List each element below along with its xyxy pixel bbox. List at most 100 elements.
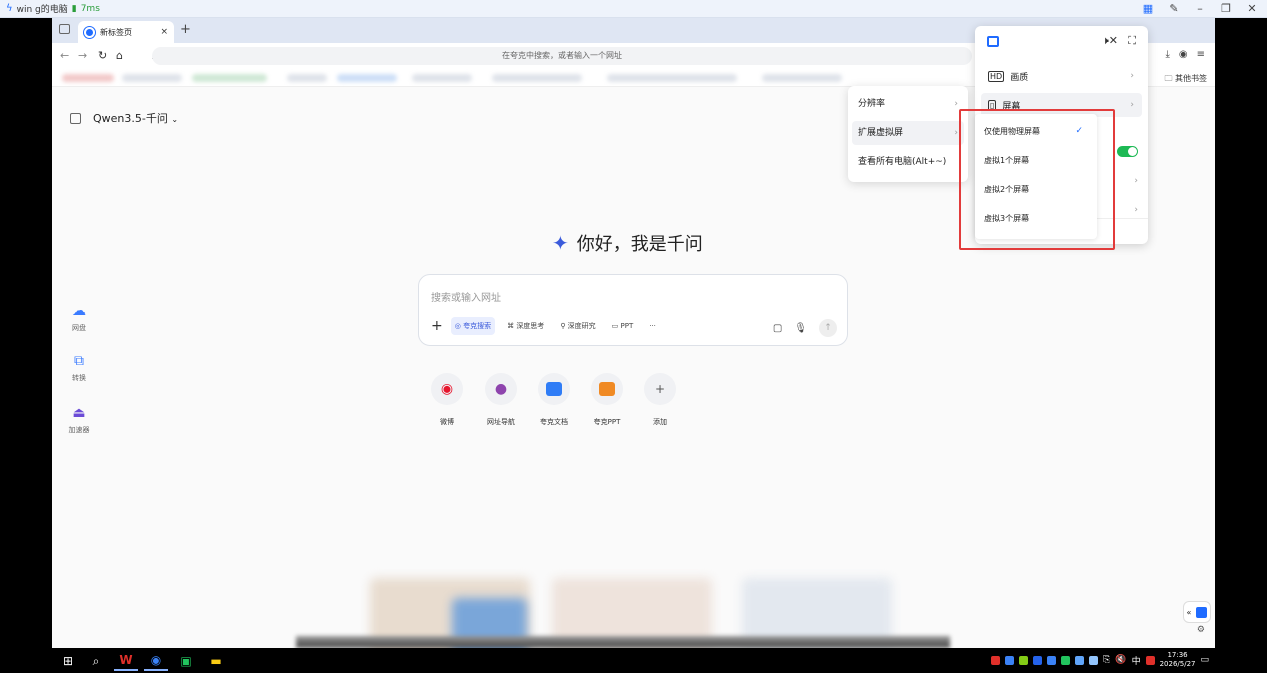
wechat-icon[interactable]: ▣ xyxy=(174,651,198,671)
quark-assistant-icon[interactable] xyxy=(1196,606,1208,618)
bookmark-item[interactable] xyxy=(762,74,842,82)
signal-icon: ▮ xyxy=(71,3,77,14)
menu-icon[interactable]: ≡ xyxy=(1197,49,1205,60)
minimize-icon[interactable]: – xyxy=(1193,2,1207,15)
clock[interactable]: 17:36 2026/5/27 xyxy=(1160,651,1196,669)
back-icon[interactable]: ← xyxy=(60,49,69,62)
ime-icon[interactable] xyxy=(1145,655,1155,665)
sidebar-toggle-icon[interactable] xyxy=(59,24,70,34)
bookmark-item[interactable] xyxy=(122,74,182,82)
shortcut-label: 添加 xyxy=(653,418,667,426)
model-selector-row: Qwen3.5-千问 ⌄ xyxy=(70,110,178,126)
convert-icon: ⧉ xyxy=(74,353,84,369)
tab-label: 新标签页 xyxy=(100,27,132,37)
bookmark-item[interactable] xyxy=(62,74,114,82)
shortcut-weibo[interactable]: ◉ 微博 xyxy=(422,373,472,427)
tool-more[interactable]: ··· xyxy=(645,318,660,334)
sidebar-panel-icon[interactable] xyxy=(70,112,81,124)
shortcut-quark-doc[interactable]: 夸克文档 xyxy=(529,373,579,427)
tray-app-icon[interactable] xyxy=(1061,655,1071,665)
shield-icon[interactable] xyxy=(1033,655,1043,665)
close-icon[interactable]: ✕ xyxy=(1245,2,1259,15)
menu-item-extend-virtual-screen[interactable]: 扩展虚拟屏 › xyxy=(852,121,964,145)
shortcut-label: 夸克文档 xyxy=(540,418,568,426)
fullscreen-icon[interactable]: ⛶ xyxy=(1128,34,1136,48)
bookmark-item[interactable] xyxy=(412,74,472,82)
bookmark-item[interactable] xyxy=(287,74,327,82)
tray-app-icon[interactable] xyxy=(1005,655,1015,665)
edit-icon[interactable]: ✎ xyxy=(1167,2,1181,15)
restore-icon[interactable]: ❐ xyxy=(1219,2,1233,15)
bookmark-item[interactable] xyxy=(607,74,737,82)
notification-icon[interactable]: ▭ xyxy=(1200,655,1209,665)
volume-mute-icon[interactable]: 🔇 xyxy=(1115,655,1126,665)
leftnav-item-accelerator[interactable]: ⏏ 加速器 xyxy=(66,405,92,435)
leftnav-item-netdisk[interactable]: ☁ 网盘 xyxy=(66,303,92,333)
system-tray: ⎘ 🔇 中 17:36 2026/5/27 ▭ xyxy=(991,651,1209,669)
monitor-icon[interactable] xyxy=(987,36,999,47)
search-placeholder[interactable]: 搜索或输入网址 xyxy=(431,289,501,304)
new-tab-button[interactable]: + xyxy=(180,22,191,37)
download-icon[interactable]: ⤓ xyxy=(1165,49,1169,60)
leftnav-label: 加速器 xyxy=(68,426,90,434)
refresh-icon[interactable]: ↻ xyxy=(98,49,107,62)
bookmark-item[interactable] xyxy=(337,74,397,82)
tray-app-icon[interactable] xyxy=(1019,655,1029,665)
mute-icon[interactable]: 🕨✕ xyxy=(1102,34,1118,48)
avatar-icon[interactable]: ◉ xyxy=(1179,49,1188,60)
taskbar-shadow xyxy=(296,636,950,648)
tray-app-icon[interactable] xyxy=(1089,655,1099,665)
menu-item-view-all-computers[interactable]: 查看所有电脑(Alt+~) xyxy=(852,150,964,174)
tab-close-icon[interactable]: × xyxy=(160,27,168,37)
menu-item-resolution[interactable]: 分辨率 › xyxy=(852,92,964,116)
file-explorer-icon[interactable]: ▬ xyxy=(204,651,228,671)
image-upload-icon[interactable]: ▢ xyxy=(773,323,782,334)
shortcut-add[interactable]: + 添加 xyxy=(635,373,685,427)
windows-taskbar: ⊞ ⌕ W ◉ ▣ ▬ ⎘ 🔇 中 17:36 2026/5/27 ▭ xyxy=(52,648,1215,673)
address-input[interactable]: 在夸克中搜索，或者输入一个网址 xyxy=(152,47,972,65)
chevron-right-icon[interactable]: › xyxy=(1134,176,1138,186)
add-icon[interactable]: + xyxy=(431,318,443,334)
bookmark-item[interactable] xyxy=(492,74,582,82)
chevron-right-icon[interactable]: › xyxy=(1134,205,1138,215)
start-icon[interactable]: ⊞ xyxy=(56,651,80,671)
tray-app-icon[interactable] xyxy=(1075,655,1085,665)
tool-deep-research[interactable]: ⚲ 深度研究 xyxy=(556,317,599,335)
tab-new-tab-page[interactable]: 新标签页 × xyxy=(78,21,174,43)
other-bookmarks-label: 其他书签 xyxy=(1175,74,1207,83)
chevron-right-icon: › xyxy=(1130,100,1134,110)
wps-icon[interactable]: W xyxy=(114,651,138,671)
floating-toolbar[interactable]: « xyxy=(1183,601,1211,623)
tool-deep-think[interactable]: ⌘ 深度思考 xyxy=(503,317,548,335)
tool-ppt[interactable]: ▭ PPT xyxy=(608,318,638,334)
collapse-icon[interactable]: « xyxy=(1187,608,1192,617)
chevron-right-icon: › xyxy=(954,128,958,138)
grid-icon[interactable]: ▦ xyxy=(1141,2,1155,15)
network-icon[interactable]: ⎘ xyxy=(1103,655,1110,665)
tray-app-icon[interactable] xyxy=(1047,655,1057,665)
panel-toggle[interactable] xyxy=(1117,146,1138,157)
taskbar-search-icon[interactable]: ⌕ xyxy=(84,651,108,671)
send-button[interactable]: ↑ xyxy=(819,319,837,337)
customize-icon[interactable]: ⚙ xyxy=(1197,625,1205,635)
quark-browser-icon[interactable]: ◉ xyxy=(144,651,168,671)
menu-item-label: 查看所有电脑(Alt+~) xyxy=(858,157,947,167)
tool-label: PPT xyxy=(620,322,634,330)
wps-tray-icon[interactable] xyxy=(991,655,1001,665)
panel-item-quality[interactable]: HD 画质 › xyxy=(981,64,1142,88)
forward-icon[interactable]: → xyxy=(78,49,87,62)
remote-screen: 新标签页 × + ← → ↻ ⌂ ⌕ 在夸克中搜索，或者输入一个网址 ⤓ ◉ ≡… xyxy=(52,18,1215,673)
search-box[interactable]: 搜索或输入网址 + ◎ 夸克搜索 ⌘ 深度思考 ⚲ 深度研究 ▭ PPT ···… xyxy=(418,274,848,346)
leftnav-item-convert[interactable]: ⧉ 转换 xyxy=(66,353,92,383)
microphone-icon[interactable]: 🎙 xyxy=(794,323,807,334)
model-selector[interactable]: Qwen3.5-千问 ⌄ xyxy=(93,110,178,126)
home-icon[interactable]: ⌂ xyxy=(116,49,123,62)
other-bookmarks[interactable]: 🗀 其他书签 xyxy=(1164,73,1207,87)
lightning-icon: ϟ xyxy=(6,3,13,14)
tool-quark-search[interactable]: ◎ 夸克搜索 xyxy=(450,317,496,335)
shortcut-quark-ppt[interactable]: 夸克PPT xyxy=(582,373,632,427)
shortcut-web-nav[interactable]: ● 网址导航 xyxy=(476,373,526,427)
input-method[interactable]: 中 xyxy=(1132,654,1141,667)
bookmark-item[interactable] xyxy=(192,74,267,82)
latency-label: 7ms xyxy=(80,3,100,14)
